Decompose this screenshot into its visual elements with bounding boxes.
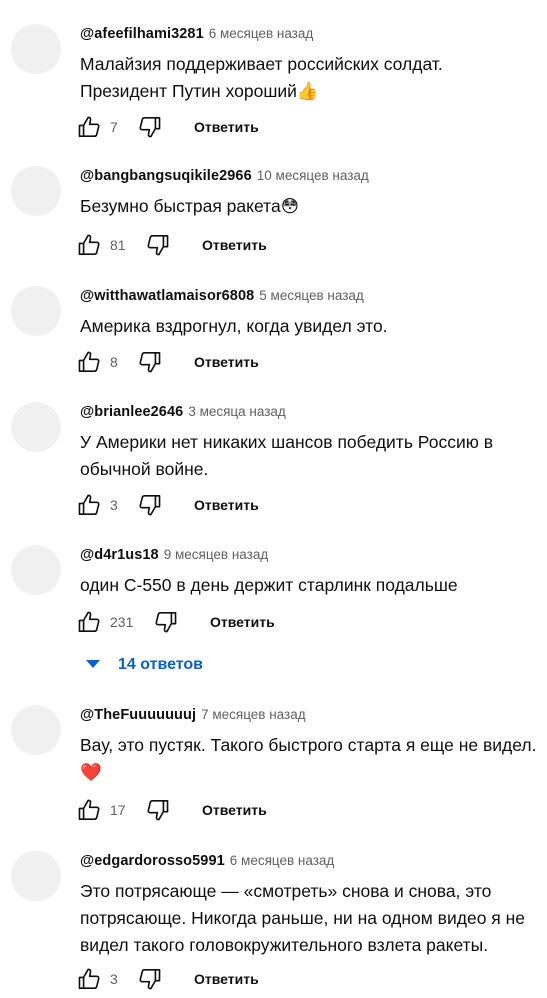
like-count: 231 bbox=[110, 614, 134, 630]
comment-text: Это потрясающе — «смотреть» снова и снов… bbox=[80, 878, 540, 959]
thumbs-up-icon[interactable] bbox=[76, 349, 102, 375]
replies-count-label: 14 ответов bbox=[118, 656, 203, 673]
author-name[interactable]: @witthawatlamaisor6808 bbox=[80, 288, 254, 304]
comment-text-line: Малайзия поддерживает российских солдат. bbox=[80, 54, 443, 74]
comment-time[interactable]: 9 месяцев назад bbox=[164, 547, 269, 562]
thumbs-down-icon[interactable] bbox=[145, 232, 171, 258]
comment-header: @brianlee2646 3 месяца назад bbox=[80, 402, 286, 422]
thumbs-down-icon[interactable] bbox=[153, 609, 179, 635]
thumbs-up-icon[interactable] bbox=[76, 966, 102, 992]
comment-text-line: Вау, это пустяк. Такого быстрого старта … bbox=[80, 735, 537, 755]
thumbs-down-icon[interactable] bbox=[145, 797, 171, 823]
author-name[interactable]: @TheFuuuuuuuj bbox=[80, 707, 196, 723]
thumbs-up-icon[interactable] bbox=[76, 232, 102, 258]
like-count: 7 bbox=[110, 119, 118, 135]
author-name[interactable]: @bangbangsuqikile2966 bbox=[80, 168, 252, 184]
avatar[interactable] bbox=[11, 166, 61, 216]
reply-button[interactable]: Ответить bbox=[194, 969, 259, 989]
thumbs-up-icon[interactable] bbox=[76, 609, 102, 635]
comment-time[interactable]: 6 месяцев назад bbox=[209, 26, 314, 41]
thumbs-down-icon[interactable] bbox=[137, 492, 163, 518]
thumbs-up-icon[interactable] bbox=[76, 492, 102, 518]
thumbs-up-icon[interactable] bbox=[76, 797, 102, 823]
author-name[interactable]: @afeefilhami3281 bbox=[80, 26, 204, 42]
comment-text: один С-550 в день держит старлинк подаль… bbox=[80, 572, 540, 599]
avatar[interactable] bbox=[11, 286, 61, 336]
comment-header: @witthawatlamaisor6808 5 месяцев назад bbox=[80, 286, 364, 306]
comment-time[interactable]: 7 месяцев назад bbox=[201, 707, 306, 722]
comment-text-line: потрясающе. Никогда раньше, ни на одном … bbox=[80, 908, 526, 928]
like-count: 3 bbox=[110, 971, 118, 987]
comment-time[interactable]: 5 месяцев назад bbox=[259, 288, 364, 303]
thumbs-up-icon[interactable] bbox=[76, 114, 102, 140]
comment-header: @TheFuuuuuuuj 7 месяцев назад bbox=[80, 705, 306, 725]
comment-header: @edgardorosso5991 6 месяцев назад bbox=[80, 851, 334, 871]
like-count: 81 bbox=[110, 237, 126, 253]
reply-button[interactable]: Ответить bbox=[202, 235, 267, 255]
comment-time[interactable]: 6 месяцев назад bbox=[230, 853, 335, 868]
comment-text-line: ❤️ bbox=[80, 762, 102, 782]
reply-button[interactable]: Ответить bbox=[194, 495, 259, 515]
avatar[interactable] bbox=[11, 402, 61, 452]
comment-text: Безумно быстрая ракета😳 bbox=[80, 193, 540, 220]
author-name[interactable]: @brianlee2646 bbox=[80, 404, 183, 420]
comment-text-line: обычной войне. bbox=[80, 459, 209, 479]
avatar[interactable] bbox=[11, 705, 61, 755]
comment-header: @d4r1us18 9 месяцев назад bbox=[80, 545, 268, 565]
comment-text-line: Америка вздрогнул, когда увидел это. bbox=[80, 316, 388, 336]
comment-text-line: У Америки нет никаких шансов победить Ро… bbox=[80, 432, 494, 452]
like-count: 3 bbox=[110, 497, 118, 513]
comment-text: Малайзия поддерживает российских солдат.… bbox=[80, 51, 540, 105]
comment-text-line: Безумно быстрая ракета😳 bbox=[80, 196, 299, 216]
author-name[interactable]: @edgardorosso5991 bbox=[80, 853, 225, 869]
comment-header: @bangbangsuqikile2966 10 месяцев назад bbox=[80, 166, 369, 186]
like-count: 17 bbox=[110, 802, 126, 818]
comment-text-line: один С-550 в день держит старлинк подаль… bbox=[80, 575, 458, 595]
comment-text: Америка вздрогнул, когда увидел это. bbox=[80, 313, 540, 340]
comment-text: У Америки нет никаких шансов победить Ро… bbox=[80, 429, 540, 483]
comment-text-line: Президент Путин хороший👍 bbox=[80, 81, 319, 101]
comment-time[interactable]: 10 месяцев назад bbox=[257, 168, 369, 183]
caret-down-icon bbox=[86, 660, 100, 668]
comment-text-line: Это потрясающе — «смотреть» снова и снов… bbox=[80, 881, 492, 901]
reply-button[interactable]: Ответить bbox=[202, 800, 267, 820]
reply-button[interactable]: Ответить bbox=[210, 612, 275, 632]
comment-text: Вау, это пустяк. Такого быстрого старта … bbox=[80, 732, 540, 786]
reply-button[interactable]: Ответить bbox=[194, 117, 259, 137]
avatar[interactable] bbox=[11, 545, 61, 595]
avatar[interactable] bbox=[11, 851, 61, 901]
thumbs-down-icon[interactable] bbox=[137, 114, 163, 140]
comment-text-line: видел такого головокружительного взлета … bbox=[80, 935, 489, 955]
thumbs-down-icon[interactable] bbox=[137, 966, 163, 992]
avatar[interactable] bbox=[11, 24, 61, 74]
author-name[interactable]: @d4r1us18 bbox=[80, 547, 159, 563]
reply-button[interactable]: Ответить bbox=[194, 352, 259, 372]
thumbs-down-icon[interactable] bbox=[137, 349, 163, 375]
comment-time[interactable]: 3 месяца назад bbox=[188, 404, 286, 419]
like-count: 8 bbox=[110, 354, 118, 370]
comment-header: @afeefilhami3281 6 месяцев назад bbox=[80, 24, 313, 44]
